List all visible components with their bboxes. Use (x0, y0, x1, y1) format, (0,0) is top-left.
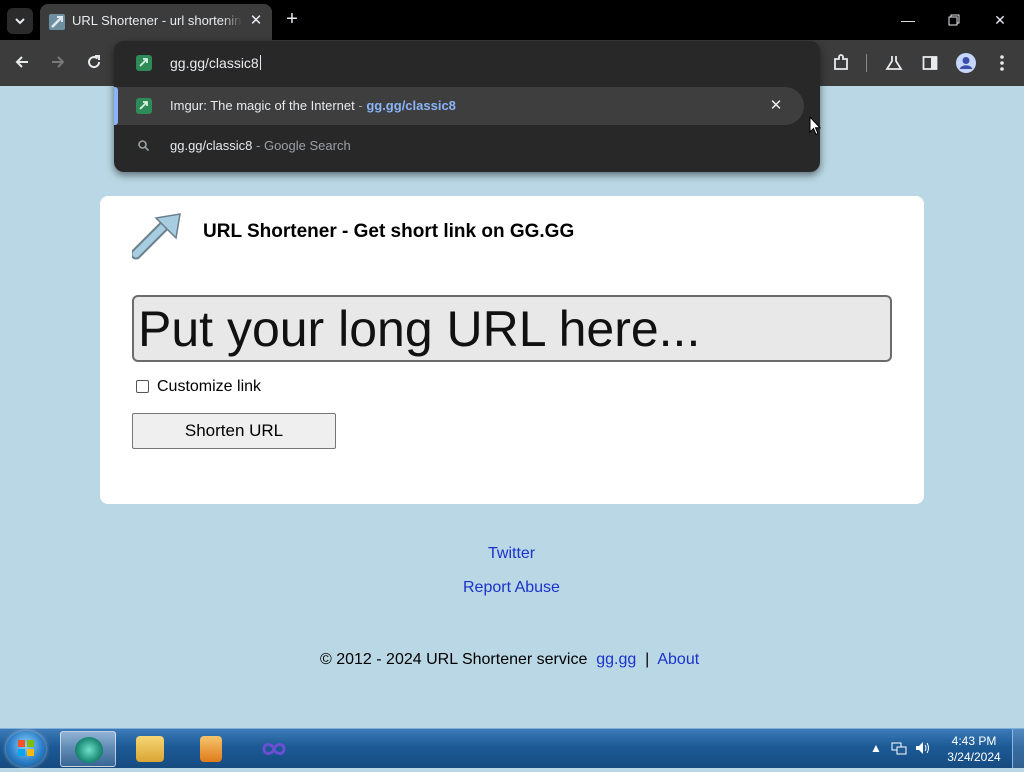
omnibox-dropdown: gg.gg/classic8 Imgur: The magic of the I… (114, 41, 820, 172)
footer-separator: | (645, 651, 650, 668)
omnibox-suggestion-imgur[interactable]: Imgur: The magic of the Internet - gg.gg… (114, 87, 804, 125)
flask-icon[interactable] (882, 51, 906, 75)
system-clock[interactable]: 4:43 PM 3/24/2024 (938, 733, 1010, 765)
omnibox-suggestion-search[interactable]: gg.gg/classic8 - Google Search (114, 127, 804, 165)
suggestion-text: Imgur: The magic of the Internet - gg.gg… (170, 98, 456, 113)
imgur-favicon-icon (136, 55, 152, 71)
search-icon (136, 138, 152, 154)
infinity-app-icon (262, 743, 286, 755)
close-icon[interactable]: ✕ (246, 11, 266, 31)
windows-logo-icon (18, 740, 34, 756)
toolbar-separator (866, 54, 867, 72)
show-desktop-button[interactable] (1012, 729, 1024, 768)
suggestion-suffix: Google Search (263, 138, 351, 153)
imgur-favicon-icon (136, 98, 152, 114)
taskbar-chrome-app[interactable] (60, 731, 116, 767)
restore-icon[interactable] (932, 6, 976, 34)
address-text: gg.gg/classic8 (170, 55, 259, 71)
suggestion-url: gg.gg/classic8 (366, 98, 456, 113)
mouse-cursor-icon (809, 116, 821, 136)
windows-taskbar: ▲ (0, 728, 1024, 768)
chevron-down-icon (15, 18, 25, 25)
site-favicon-icon (49, 14, 65, 30)
twitter-link[interactable]: Twitter (488, 545, 535, 563)
report-abuse-link[interactable]: Report Abuse (463, 579, 560, 597)
show-hidden-icons-icon[interactable]: ▲ (870, 741, 882, 755)
suggestion-separator: - (354, 98, 367, 113)
minimize-icon[interactable]: — (886, 6, 930, 34)
shorten-url-button[interactable]: Shorten URL (132, 413, 336, 449)
text-caret (259, 55, 261, 70)
profile-icon[interactable] (954, 51, 978, 75)
browser-app-icon (75, 737, 103, 763)
media-player-icon (200, 736, 222, 762)
taskbar-explorer-app[interactable] (122, 731, 178, 767)
suggestion-separator: - (252, 138, 264, 153)
reload-icon[interactable] (82, 51, 106, 75)
side-panel-icon[interactable] (918, 51, 942, 75)
copyright-text: © 2012 - 2024 URL Shortener service (320, 651, 588, 668)
remove-suggestion-close-icon[interactable]: ✕ (766, 96, 786, 116)
suggestion-title: Imgur: The magic of the Internet (170, 98, 355, 113)
window-close-icon[interactable]: ✕ (978, 6, 1022, 34)
taskbar-media-app[interactable] (182, 731, 238, 767)
plus-icon[interactable]: + (281, 8, 303, 30)
customize-link-label[interactable]: Customize link (157, 378, 261, 396)
suggestion-text: gg.gg/classic8 - Google Search (170, 138, 351, 153)
tab-search-button[interactable] (7, 8, 33, 34)
page-title: URL Shortener - Get short link on GG.GG (203, 221, 575, 242)
volume-icon[interactable] (915, 741, 931, 758)
kebab-menu-icon[interactable] (990, 51, 1014, 75)
forward-arrow-icon[interactable] (46, 51, 70, 75)
network-icon[interactable] (891, 741, 907, 758)
active-tab[interactable]: URL Shortener - url shortening service ✕ (40, 4, 272, 40)
site-link[interactable]: gg.gg (596, 651, 636, 668)
suggestion-title: gg.gg/classic8 (170, 138, 253, 153)
back-arrow-icon[interactable] (10, 51, 34, 75)
tab-strip: URL Shortener - url shortening service ✕… (0, 0, 1024, 40)
address-bar[interactable]: gg.gg/classic8 (114, 41, 820, 85)
folder-icon (136, 736, 164, 762)
about-link[interactable]: About (657, 651, 699, 668)
start-button[interactable] (6, 731, 46, 767)
address-input[interactable]: gg.gg/classic8 (170, 55, 261, 71)
taskbar-app-infinity[interactable] (246, 731, 302, 767)
clock-date: 3/24/2024 (947, 750, 1001, 764)
clock-time: 4:43 PM (951, 734, 997, 748)
customize-link-checkbox[interactable] (136, 380, 149, 393)
puzzle-icon[interactable] (829, 51, 853, 75)
arrow-logo-icon (132, 213, 181, 260)
long-url-input[interactable] (132, 295, 892, 362)
tab-title: URL Shortener - url shortening service (72, 13, 242, 28)
selection-indicator (114, 87, 118, 125)
footer: © 2012 - 2024 URL Shortener service gg.g… (320, 651, 699, 669)
